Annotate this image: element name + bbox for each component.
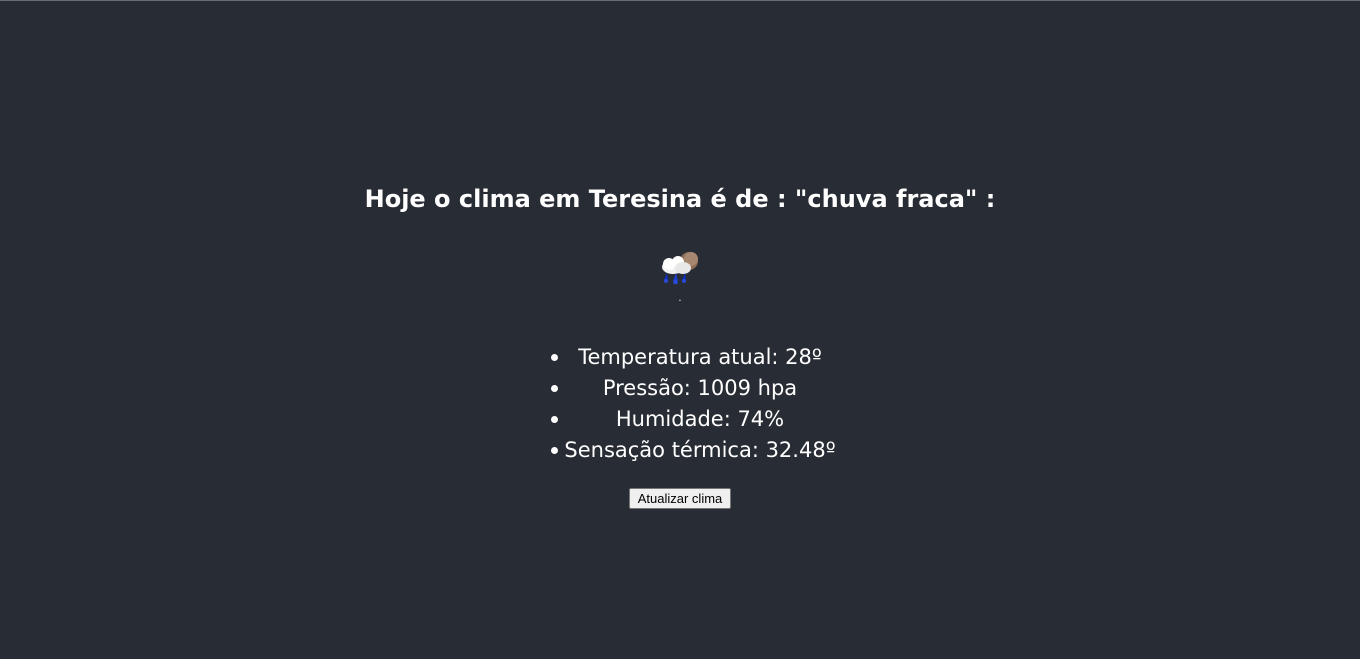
page-title: Hoje o clima em Teresina é de : "chuva f… xyxy=(364,185,996,213)
weather-app: Hoje o clima em Teresina é de : "chuva f… xyxy=(0,0,1360,659)
list-item: Temperatura atual: 28º xyxy=(550,342,850,373)
current-temperature: Temperatura atual: 28º xyxy=(578,345,822,369)
refresh-weather-button[interactable]: Atualizar clima xyxy=(629,488,731,509)
bullet-icon xyxy=(551,354,558,361)
bullet-icon xyxy=(551,416,558,423)
list-item: Sensação térmica: 32.48º xyxy=(550,435,850,466)
icon-caption: . xyxy=(678,293,682,304)
bullet-icon xyxy=(551,385,558,392)
weather-stats-list: Temperatura atual: 28º Pressão: 1009 hpa… xyxy=(550,342,850,466)
humidity: Humidade: 74% xyxy=(615,407,785,431)
list-item: Humidade: 74% xyxy=(550,404,850,435)
list-item: Pressão: 1009 hpa xyxy=(550,373,850,404)
pressure: Pressão: 1009 hpa xyxy=(602,376,798,400)
feels-like-temperature: Sensação térmica: 32.48º xyxy=(564,438,836,462)
bullet-icon xyxy=(551,447,558,454)
rain-cloud-moon-icon xyxy=(656,248,704,288)
